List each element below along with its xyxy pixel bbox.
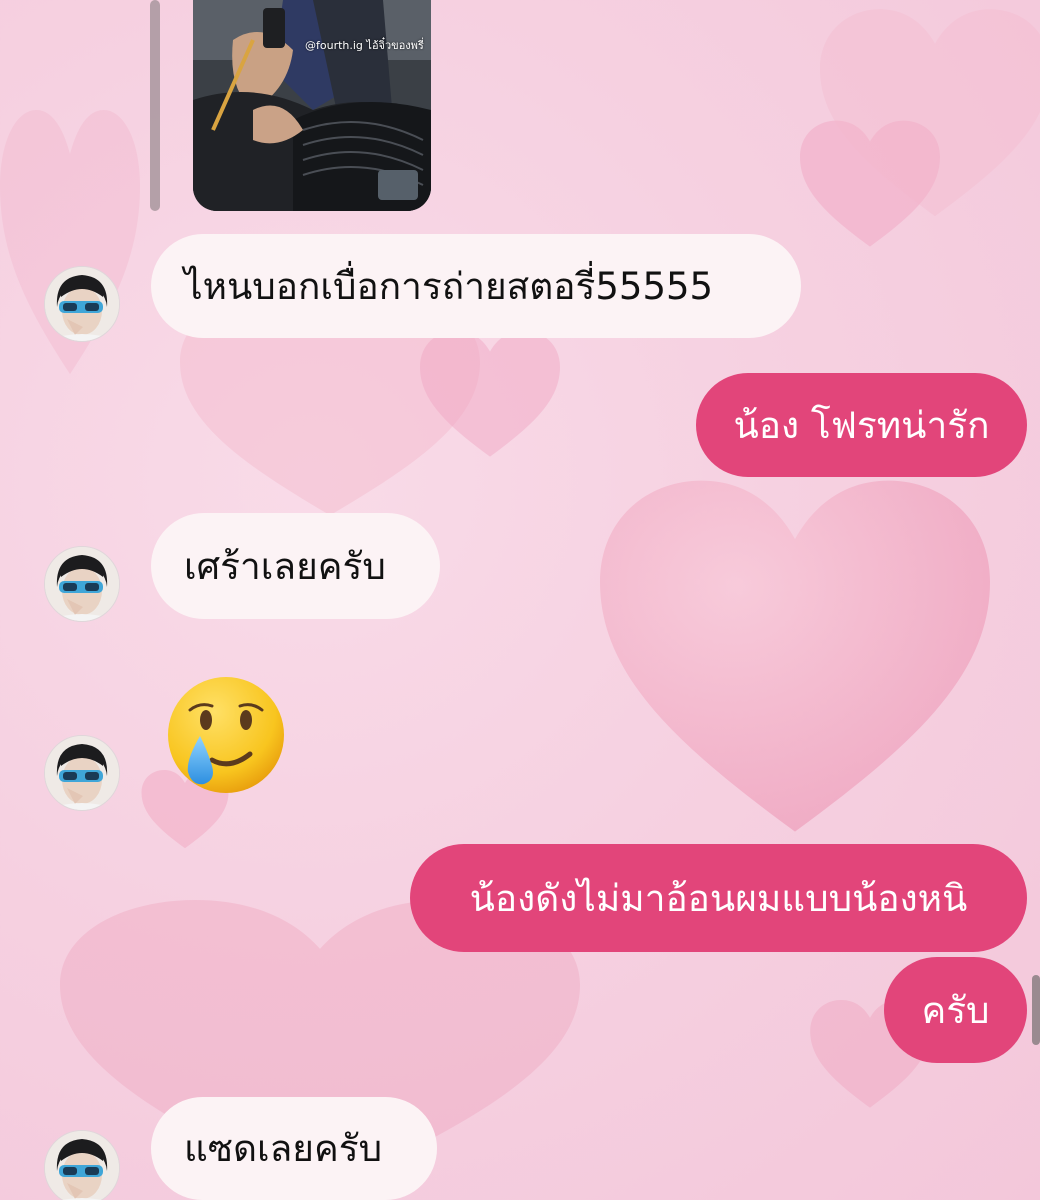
sender-avatar[interactable] bbox=[44, 735, 120, 811]
background-heart-decoration bbox=[420, 330, 560, 460]
incoming-message-bubble[interactable]: ไหนบอกเบื่อการถ่ายสตอรี่55555 bbox=[151, 234, 801, 338]
incoming-message-bubble[interactable]: เศร้าเลยครับ bbox=[151, 513, 440, 619]
shared-story-image[interactable]: @fourth.ig ไอ้จิ๋วของพรี่ bbox=[193, 0, 431, 211]
story-photo-illustration bbox=[193, 0, 431, 211]
background-heart-decoration bbox=[600, 480, 990, 840]
outgoing-message-bubble[interactable]: น้อง โฟรทน่ารัก bbox=[696, 373, 1027, 477]
sender-avatar[interactable] bbox=[44, 546, 120, 622]
story-caption: @fourth.ig ไอ้จิ๋วของพรี่ bbox=[305, 39, 424, 52]
sender-avatar[interactable] bbox=[44, 1130, 120, 1200]
outgoing-message-bubble[interactable]: ครับ bbox=[884, 957, 1027, 1063]
incoming-message-bubble[interactable]: แซดเลยครับ bbox=[151, 1097, 437, 1200]
sender-avatar[interactable] bbox=[44, 266, 120, 342]
smiling-face-with-tear-icon[interactable]: 🥲 bbox=[160, 674, 292, 796]
background-heart-decoration bbox=[800, 120, 940, 250]
scrollbar-thumb[interactable] bbox=[1032, 975, 1040, 1045]
background-heart-decoration bbox=[820, 0, 1040, 230]
outgoing-message-bubble[interactable]: น้องดังไม่มาอ้อนผมแบบน้องหนิ bbox=[410, 844, 1027, 952]
reply-indicator-bar bbox=[150, 0, 160, 211]
